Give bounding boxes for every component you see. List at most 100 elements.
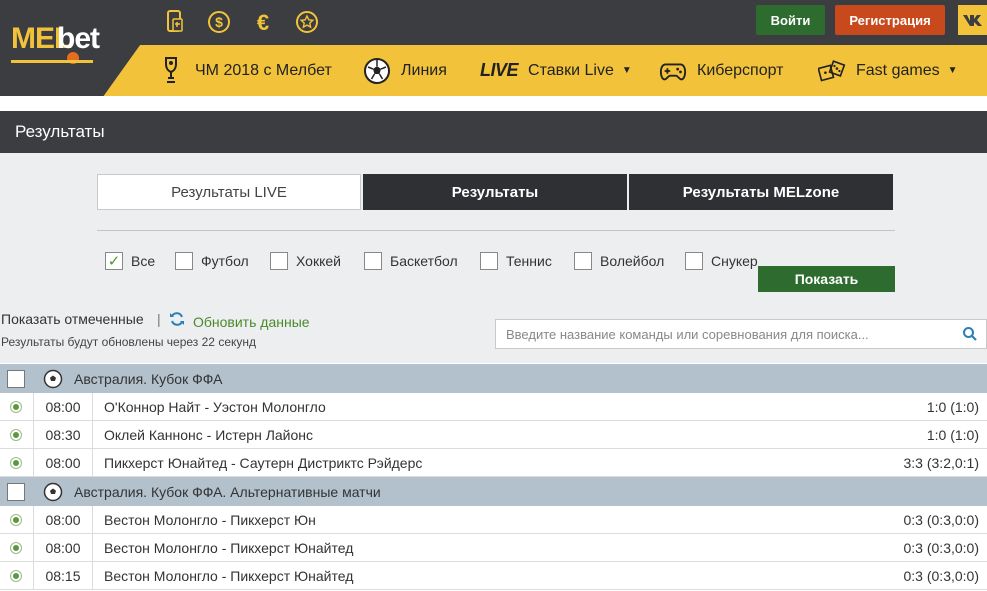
filter-football-checkbox[interactable]	[175, 252, 193, 270]
live-radio-icon[interactable]	[10, 542, 22, 554]
match-teams: О'Коннор Найт - Уэстон Молонгло	[104, 399, 326, 415]
tab-results-melzone[interactable]: Результаты MELzone	[629, 174, 893, 210]
filter-all-checkbox[interactable]: ✓	[105, 252, 123, 270]
filter-label: Баскетбол	[390, 253, 458, 269]
chevron-down-icon: ▼	[621, 65, 632, 76]
match-score: 0:3 (0:3,0:0)	[903, 568, 980, 584]
show-marked-link[interactable]: Показать отмеченные	[1, 311, 144, 327]
nav-label-live: Ставки Live	[528, 61, 614, 79]
gamepad-icon	[659, 57, 687, 85]
filter-label: Снукер	[711, 253, 758, 269]
refresh-link[interactable]: Обновить данные	[169, 311, 310, 332]
match-time: 08:00	[33, 449, 93, 477]
euro-icon[interactable]: €	[250, 9, 276, 35]
live-radio-icon[interactable]	[10, 514, 22, 526]
refresh-icon	[169, 311, 185, 332]
match-time: 08:15	[33, 562, 93, 590]
match-score: 0:3 (0:3,0:0)	[903, 512, 980, 528]
filter-label: Все	[131, 253, 156, 269]
filter-snooker[interactable]: Снукер	[685, 252, 758, 270]
live-radio-icon[interactable]	[10, 401, 22, 413]
group-name: Австралия. Кубок ФФА. Альтернативные мат…	[74, 484, 381, 500]
group-name: Австралия. Кубок ФФА	[74, 371, 223, 387]
live-radio-icon[interactable]	[10, 429, 22, 441]
live-word: LIVE	[480, 60, 519, 80]
nav-item-fastgames[interactable]: Fast games ▼	[818, 45, 958, 96]
trophy-icon	[157, 56, 185, 85]
live-radio-icon[interactable]	[10, 570, 22, 582]
filter-tennis-checkbox[interactable]	[480, 252, 498, 270]
nav-label-esports: Киберспорт	[697, 61, 784, 79]
filter-basketball-checkbox[interactable]	[364, 252, 382, 270]
soccer-ball-icon	[43, 369, 63, 392]
search-field[interactable]	[495, 319, 987, 349]
dice-icon	[818, 57, 846, 85]
refresh-label: Обновить данные	[193, 313, 310, 330]
nav-item-live[interactable]: LIVE Ставки Live ▼	[480, 45, 632, 96]
match-time: 08:00	[33, 393, 93, 421]
match-time: 08:00	[33, 534, 93, 562]
svg-text:$: $	[215, 14, 223, 30]
match-teams: Пикхерст Юнайтед - Саутерн Дистриктс Рэй…	[104, 455, 423, 471]
search-icon[interactable]	[962, 326, 978, 347]
nav-item-esports[interactable]: Киберспорт	[659, 45, 783, 96]
tab-results-live[interactable]: Результаты LIVE	[97, 174, 361, 210]
table-row[interactable]: 08:00 Вестон Молонгло - Пикхерст Юн 0:3 …	[0, 506, 987, 534]
filter-volleyball[interactable]: Волейбол	[574, 252, 664, 270]
filter-tennis[interactable]: Теннис	[480, 252, 552, 270]
register-button[interactable]: Регистрация	[835, 5, 945, 35]
nav-item-worldcup[interactable]: ЧМ 2018 с Мелбет	[157, 45, 332, 96]
dollar-icon[interactable]: $	[206, 9, 232, 35]
filter-label: Теннис	[506, 253, 552, 269]
melbet-logo[interactable]: MEL bet	[11, 22, 101, 68]
match-time: 08:30	[33, 421, 93, 449]
filter-all[interactable]: ✓ Все	[105, 252, 155, 270]
match-teams: Вестон Молонгло - Пикхерст Юнайтед	[104, 540, 354, 556]
nav-label-fastgames: Fast games	[856, 61, 940, 79]
table-row[interactable]: 08:00 О'Коннор Найт - Уэстон Молонгло 1:…	[0, 393, 987, 421]
site-header: MEL bet $ € Войти Регистрация ЧМ 2018 с …	[0, 0, 987, 96]
star-icon[interactable]	[294, 9, 320, 35]
live-radio-icon[interactable]	[10, 457, 22, 469]
table-row[interactable]: 08:00 Вестон Молонгло - Пикхерст Юнайтед…	[0, 534, 987, 562]
login-button[interactable]: Войти	[756, 5, 825, 35]
match-score: 1:0 (1:0)	[926, 427, 979, 443]
update-countdown: Результаты будут обновлены через 22 секу…	[1, 335, 256, 349]
table-row[interactable]: 08:15 Вестон Молонгло - Пикхерст Юнайтед…	[0, 562, 987, 590]
group-checkbox[interactable]	[7, 370, 25, 388]
filter-hockey[interactable]: Хоккей	[270, 252, 341, 270]
filter-snooker-checkbox[interactable]	[685, 252, 703, 270]
tab-results[interactable]: Результаты	[363, 174, 627, 210]
filter-volleyball-checkbox[interactable]	[574, 252, 592, 270]
svg-text:€: €	[257, 10, 269, 34]
filter-hockey-checkbox[interactable]	[270, 252, 288, 270]
separator: |	[157, 311, 161, 327]
group-header: Австралия. Кубок ФФА	[0, 364, 987, 393]
soccer-ball-icon	[363, 57, 391, 85]
match-score: 3:3 (3:2,0:1)	[903, 455, 980, 471]
table-row[interactable]: 08:00 Пикхерст Юнайтед - Саутерн Дистрик…	[0, 449, 987, 477]
filter-basketball[interactable]: Баскетбол	[364, 252, 458, 270]
match-score: 1:0 (1:0)	[926, 399, 979, 415]
match-time: 08:00	[33, 506, 93, 534]
results-table: Австралия. Кубок ФФА 08:00 О'Коннор Найт…	[0, 364, 987, 590]
logo-bet-text: bet	[57, 22, 100, 55]
soccer-ball-icon	[43, 482, 63, 505]
search-input[interactable]	[506, 326, 946, 342]
nav-item-line[interactable]: Линия	[363, 45, 447, 96]
filter-label: Волейбол	[600, 253, 665, 269]
group-header: Австралия. Кубок ФФА. Альтернативные мат…	[0, 477, 987, 506]
divider	[97, 230, 895, 231]
logo-underline	[11, 60, 93, 63]
top-icons: $ €	[162, 9, 320, 35]
mobile-app-icon[interactable]	[162, 9, 188, 35]
table-row[interactable]: 08:30 Оклей Каннонс - Истерн Лайонс 1:0 …	[0, 421, 987, 449]
filter-label: Футбол	[201, 253, 249, 269]
checkmark-icon: ✓	[107, 252, 121, 270]
show-button[interactable]: Показать	[758, 266, 895, 292]
filter-football[interactable]: Футбол	[175, 252, 249, 270]
page-title: Результаты	[0, 111, 987, 153]
group-checkbox[interactable]	[7, 483, 25, 501]
chevron-down-icon: ▼	[947, 65, 958, 76]
vk-icon[interactable]	[958, 5, 987, 35]
